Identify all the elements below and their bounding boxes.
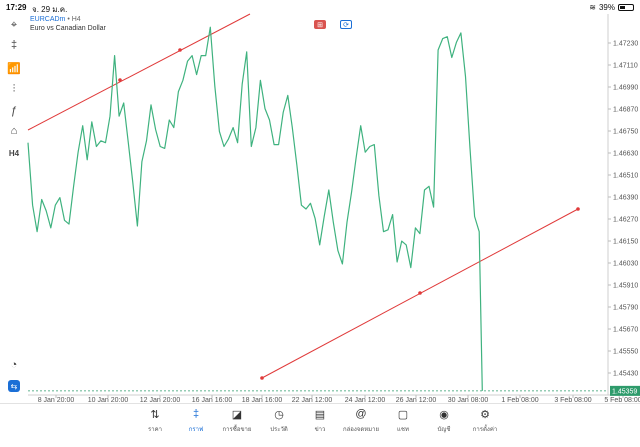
trendline-anchor xyxy=(418,291,422,295)
y-tick-label: 1.46870 xyxy=(613,107,638,114)
at-icon: @ xyxy=(355,408,367,420)
nav-label: ประวัติ xyxy=(270,427,288,433)
y-tick-label: 1.45550 xyxy=(613,349,638,356)
y-tick-label: 1.45670 xyxy=(613,327,638,334)
nav-quotes[interactable]: ⇅ ราคา xyxy=(135,408,175,434)
y-tick-label: 1.46750 xyxy=(613,129,638,136)
nav-chat[interactable]: ▢ แชท xyxy=(383,408,423,434)
trade-icon: ◪ xyxy=(231,409,243,421)
price-line-series xyxy=(27,26,483,391)
y-tick-label: 1.45430 xyxy=(613,371,638,378)
nav-label: ราคา xyxy=(148,427,162,433)
y-tick-label: 1.46990 xyxy=(613,85,638,92)
current-price-label: 1.45359 xyxy=(612,388,637,395)
account-icon: ◉ xyxy=(439,409,449,421)
price-chart[interactable]: 1.47230 1.47110 1.46990 1.46870 1.46750 1.466… xyxy=(0,0,640,403)
nav-label: กราฟ xyxy=(188,427,204,433)
nav-label: บัญชี xyxy=(437,427,451,433)
nav-label: การซื้อขาย xyxy=(222,427,252,433)
chart-icon: ‡ xyxy=(192,408,200,420)
y-tick-label: 1.47110 xyxy=(613,63,638,70)
trendline-anchor xyxy=(576,207,580,211)
y-tick-label: 1.46150 xyxy=(613,239,638,246)
y-tick-label: 1.45910 xyxy=(613,283,638,290)
trendline-anchor xyxy=(118,78,122,82)
history-icon: ◷ xyxy=(274,409,284,421)
trendline xyxy=(27,13,251,131)
nav-account[interactable]: ◉ บัญชี xyxy=(424,408,464,434)
y-tick-label: 1.46510 xyxy=(613,173,638,180)
bottom-navigation: ⇅ ราคา ‡ กราฟ ◪ การซื้อขาย ◷ ประวัติ ▤ ข่าว @ กล่อง… xyxy=(0,403,640,447)
nav-label: กล่องจดหมาย xyxy=(342,427,380,433)
nav-history[interactable]: ◷ ประวัติ xyxy=(259,408,299,434)
nav-label: แชท xyxy=(397,427,409,433)
y-tick-label: 1.46390 xyxy=(613,195,638,202)
y-tick-label: 1.45790 xyxy=(613,305,638,312)
mt5-chart-screen: 17:29 จ. 29 ม.ค. ≋ 39% ⌖ ‡ 📶 ⫶ ƒ ⌂ H4 ◔ ⇆ EURCAD… xyxy=(0,0,640,447)
y-tick-label: 1.46030 xyxy=(613,261,638,268)
nav-trade[interactable]: ◪ การซื้อขาย xyxy=(217,408,257,434)
y-tick-label: 1.47230 xyxy=(613,41,638,48)
nav-label: การตั้งค่า xyxy=(472,427,498,433)
chat-icon: ▢ xyxy=(397,409,409,421)
trendline-anchor xyxy=(260,376,264,380)
nav-settings[interactable]: ⚙ การตั้งค่า xyxy=(465,408,505,434)
gear-icon: ⚙ xyxy=(480,409,490,421)
nav-label: ข่าว xyxy=(314,427,326,433)
quotes-icon: ⇅ xyxy=(150,409,160,421)
nav-news[interactable]: ▤ ข่าว xyxy=(300,408,340,434)
trendline-anchor xyxy=(178,48,182,52)
nav-chart[interactable]: ‡ กราฟ xyxy=(176,408,216,434)
nav-mailbox[interactable]: @ กล่องจดหมาย xyxy=(341,408,381,434)
news-icon: ▤ xyxy=(314,409,326,421)
y-tick-label: 1.46270 xyxy=(613,217,638,224)
y-tick-label: 1.46630 xyxy=(613,151,638,158)
